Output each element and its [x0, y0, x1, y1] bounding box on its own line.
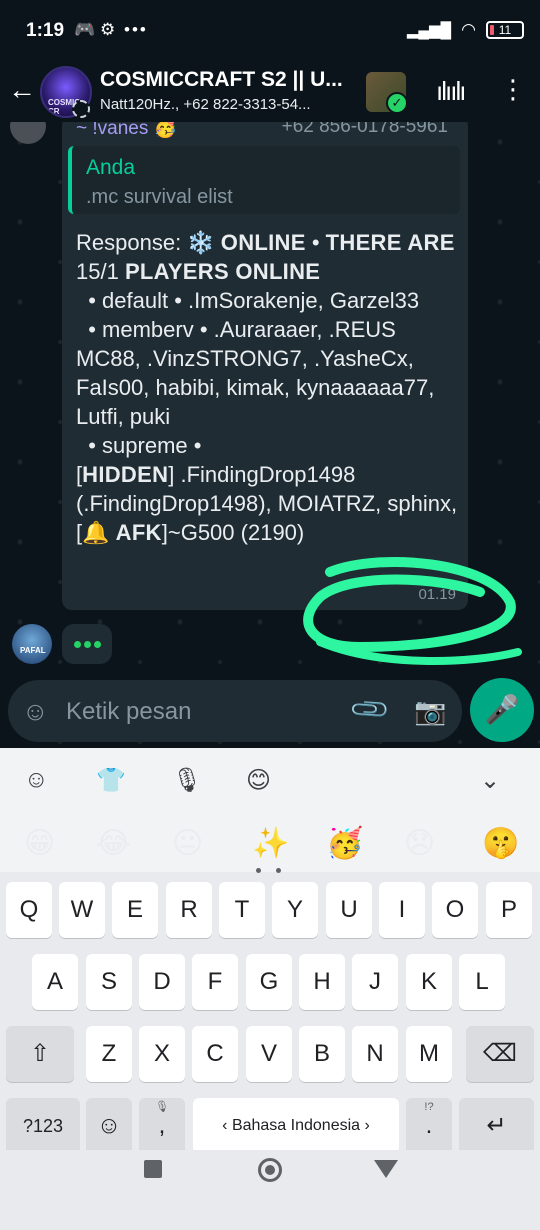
- key-m[interactable]: M: [406, 1026, 452, 1082]
- key-b[interactable]: B: [299, 1026, 345, 1082]
- back-button[interactable]: [374, 1160, 398, 1178]
- message-input[interactable]: Ketik pesan: [66, 698, 191, 726]
- chat-subtitle[interactable]: Natt120Hz., +62 822-3313-54...: [100, 96, 362, 113]
- back-arrow-icon[interactable]: ←: [8, 74, 36, 106]
- key-h[interactable]: H: [299, 954, 345, 1010]
- key-v[interactable]: V: [246, 1026, 292, 1082]
- key-q[interactable]: Q: [6, 882, 52, 938]
- signal-icon: ▂▄▆█: [406, 22, 452, 39]
- spacebar[interactable]: ‹ Bahasa Indonesia ›: [193, 1098, 399, 1154]
- attach-icon[interactable]: 📎: [348, 687, 393, 732]
- typing-dot: [84, 641, 91, 648]
- navigation-bar: [0, 1150, 540, 1230]
- key-y[interactable]: Y: [272, 882, 318, 938]
- typing-user-avatar[interactable]: PAFAL: [12, 624, 52, 664]
- emoji-suggestion[interactable]: 🤫: [482, 826, 519, 861]
- message-text: Response: ❄️ ONLINE • THERE ARE 15/1 PLA…: [76, 230, 464, 545]
- emoji-suggestion[interactable]: 😂: [96, 826, 131, 861]
- emoji-suggestion[interactable]: 🥳: [326, 826, 363, 861]
- sender-phone: +62 856-0178-5961: [281, 122, 448, 137]
- key-z[interactable]: Z: [86, 1026, 132, 1082]
- key-o[interactable]: O: [432, 882, 478, 938]
- key-a[interactable]: A: [32, 954, 78, 1010]
- message-bubble[interactable]: ~ !vanes 🥳 +62 856-0178-5961 Anda .mc su…: [62, 122, 468, 610]
- key-k[interactable]: K: [406, 954, 452, 1010]
- home-button[interactable]: [258, 1158, 282, 1182]
- emoji-keyboard-icon[interactable]: ☺: [24, 766, 49, 794]
- keyboard-toolbar: ☺ 👕 🎙 😊 ⌄: [0, 748, 540, 812]
- status-bar: 1:19 🎮 ⚙ ••• ▂▄▆█ ◠ 11: [0, 0, 540, 62]
- more-notifications-icon: •••: [124, 20, 148, 39]
- enter-key[interactable]: ↵: [459, 1098, 534, 1154]
- green-scribble-annotation: [303, 557, 522, 665]
- typing-dot: [94, 641, 101, 648]
- checkmark-icon: ✓: [386, 92, 408, 114]
- voice-chat-icon[interactable]: ılıılı: [436, 76, 466, 107]
- backspace-key[interactable]: ⌫: [466, 1026, 534, 1082]
- discord-icon: 🎮: [74, 20, 96, 39]
- key-g[interactable]: G: [246, 954, 292, 1010]
- chat-title[interactable]: COSMICCRAFT S2 || U...: [100, 68, 362, 92]
- key-n[interactable]: N: [352, 1026, 398, 1082]
- battery-icon: 11: [486, 21, 524, 39]
- keyboard: ☺ 👕 🎙 😊 ⌄ 😁 😂 😐 ✨ 🥳 😞 🤫 Q W E R T Y U I …: [0, 748, 540, 1154]
- emoji-suggestion[interactable]: 😐: [172, 826, 203, 861]
- theme-icon[interactable]: 👕: [96, 766, 126, 795]
- emoji-pager: [256, 868, 286, 876]
- key-r[interactable]: R: [166, 882, 212, 938]
- key-x[interactable]: X: [139, 1026, 185, 1082]
- typing-dot: [74, 641, 81, 648]
- recents-button[interactable]: [144, 1160, 162, 1178]
- emoji-suggestion[interactable]: 😞: [404, 826, 435, 861]
- more-options-icon[interactable]: ⋮: [500, 74, 526, 105]
- status-time: 1:19: [26, 20, 65, 41]
- key-l[interactable]: L: [459, 954, 505, 1010]
- emoji-suggestion[interactable]: 😁: [24, 826, 55, 861]
- comma-key[interactable]: 🎙,: [139, 1098, 185, 1154]
- key-i[interactable]: I: [379, 882, 425, 938]
- typing-indicator: [62, 624, 112, 664]
- key-f[interactable]: F: [192, 954, 238, 1010]
- sticker-icon[interactable]: ☺: [22, 696, 49, 727]
- sticker-keyboard-icon[interactable]: 😊: [246, 766, 271, 795]
- voice-input-icon[interactable]: 🎙: [172, 766, 202, 795]
- quote-text: .mc survival elist: [86, 186, 233, 208]
- gear-icon: ⚙: [100, 20, 116, 39]
- emoji-key[interactable]: ☺: [86, 1098, 132, 1154]
- message-input-bar: ☺ Ketik pesan 📎 📷: [8, 680, 462, 742]
- emoji-suggestion[interactable]: ✨: [252, 826, 289, 861]
- key-u[interactable]: U: [326, 882, 372, 938]
- sender-name[interactable]: ~ !vanes 🥳: [76, 122, 177, 140]
- chat-area: ~ !vanes 🥳 +62 856-0178-5961 Anda .mc su…: [0, 122, 540, 748]
- quote-author: Anda: [86, 156, 136, 179]
- chat-header: ← COSMIC CR COSMICCRAFT S2 || U... Natt1…: [0, 62, 540, 122]
- key-d[interactable]: D: [139, 954, 185, 1010]
- key-j[interactable]: J: [352, 954, 398, 1010]
- key-c[interactable]: C: [192, 1026, 238, 1082]
- wifi-icon: ◠: [461, 20, 476, 39]
- disappearing-timer-icon: [72, 100, 90, 118]
- quoted-message[interactable]: Anda .mc survival elist: [68, 146, 460, 214]
- key-t[interactable]: T: [219, 882, 265, 938]
- key-w[interactable]: W: [59, 882, 105, 938]
- collapse-keyboard-icon[interactable]: ⌄: [480, 766, 500, 795]
- camera-icon[interactable]: 📷: [414, 696, 446, 727]
- period-key[interactable]: !?.: [406, 1098, 452, 1154]
- key-e[interactable]: E: [112, 882, 158, 938]
- emoji-suggestions: 😁 😂 😐 ✨ 🥳 😞 🤫: [0, 812, 540, 872]
- symbols-key[interactable]: ?123: [6, 1098, 80, 1154]
- mic-button[interactable]: 🎤: [470, 678, 534, 742]
- key-s[interactable]: S: [86, 954, 132, 1010]
- shift-key[interactable]: ⇧: [6, 1026, 74, 1082]
- key-p[interactable]: P: [486, 882, 532, 938]
